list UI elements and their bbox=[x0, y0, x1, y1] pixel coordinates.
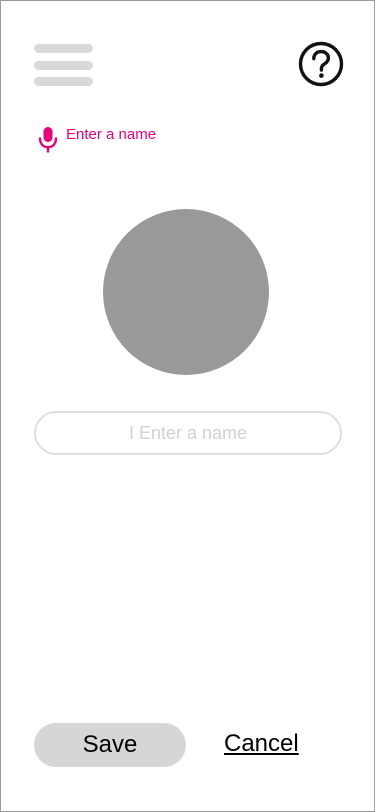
voice-prompt-label: Enter a name bbox=[66, 126, 157, 143]
menu-bar-top bbox=[34, 44, 93, 53]
cancel-link[interactable]: Cancel bbox=[224, 730, 299, 758]
question-mark-circle-icon bbox=[298, 41, 344, 87]
avatar[interactable] bbox=[103, 209, 269, 375]
voice-input-prompt[interactable]: Enter a name bbox=[37, 125, 156, 155]
name-entry-screen: Enter a name Save Cancel bbox=[0, 0, 375, 812]
menu-bar-bottom bbox=[34, 77, 93, 86]
name-input[interactable] bbox=[34, 411, 342, 455]
microphone-icon bbox=[37, 125, 59, 153]
menu-bar-middle bbox=[34, 61, 93, 70]
menu-button[interactable] bbox=[34, 44, 93, 87]
help-button[interactable] bbox=[298, 41, 344, 87]
save-button[interactable]: Save bbox=[34, 723, 186, 767]
